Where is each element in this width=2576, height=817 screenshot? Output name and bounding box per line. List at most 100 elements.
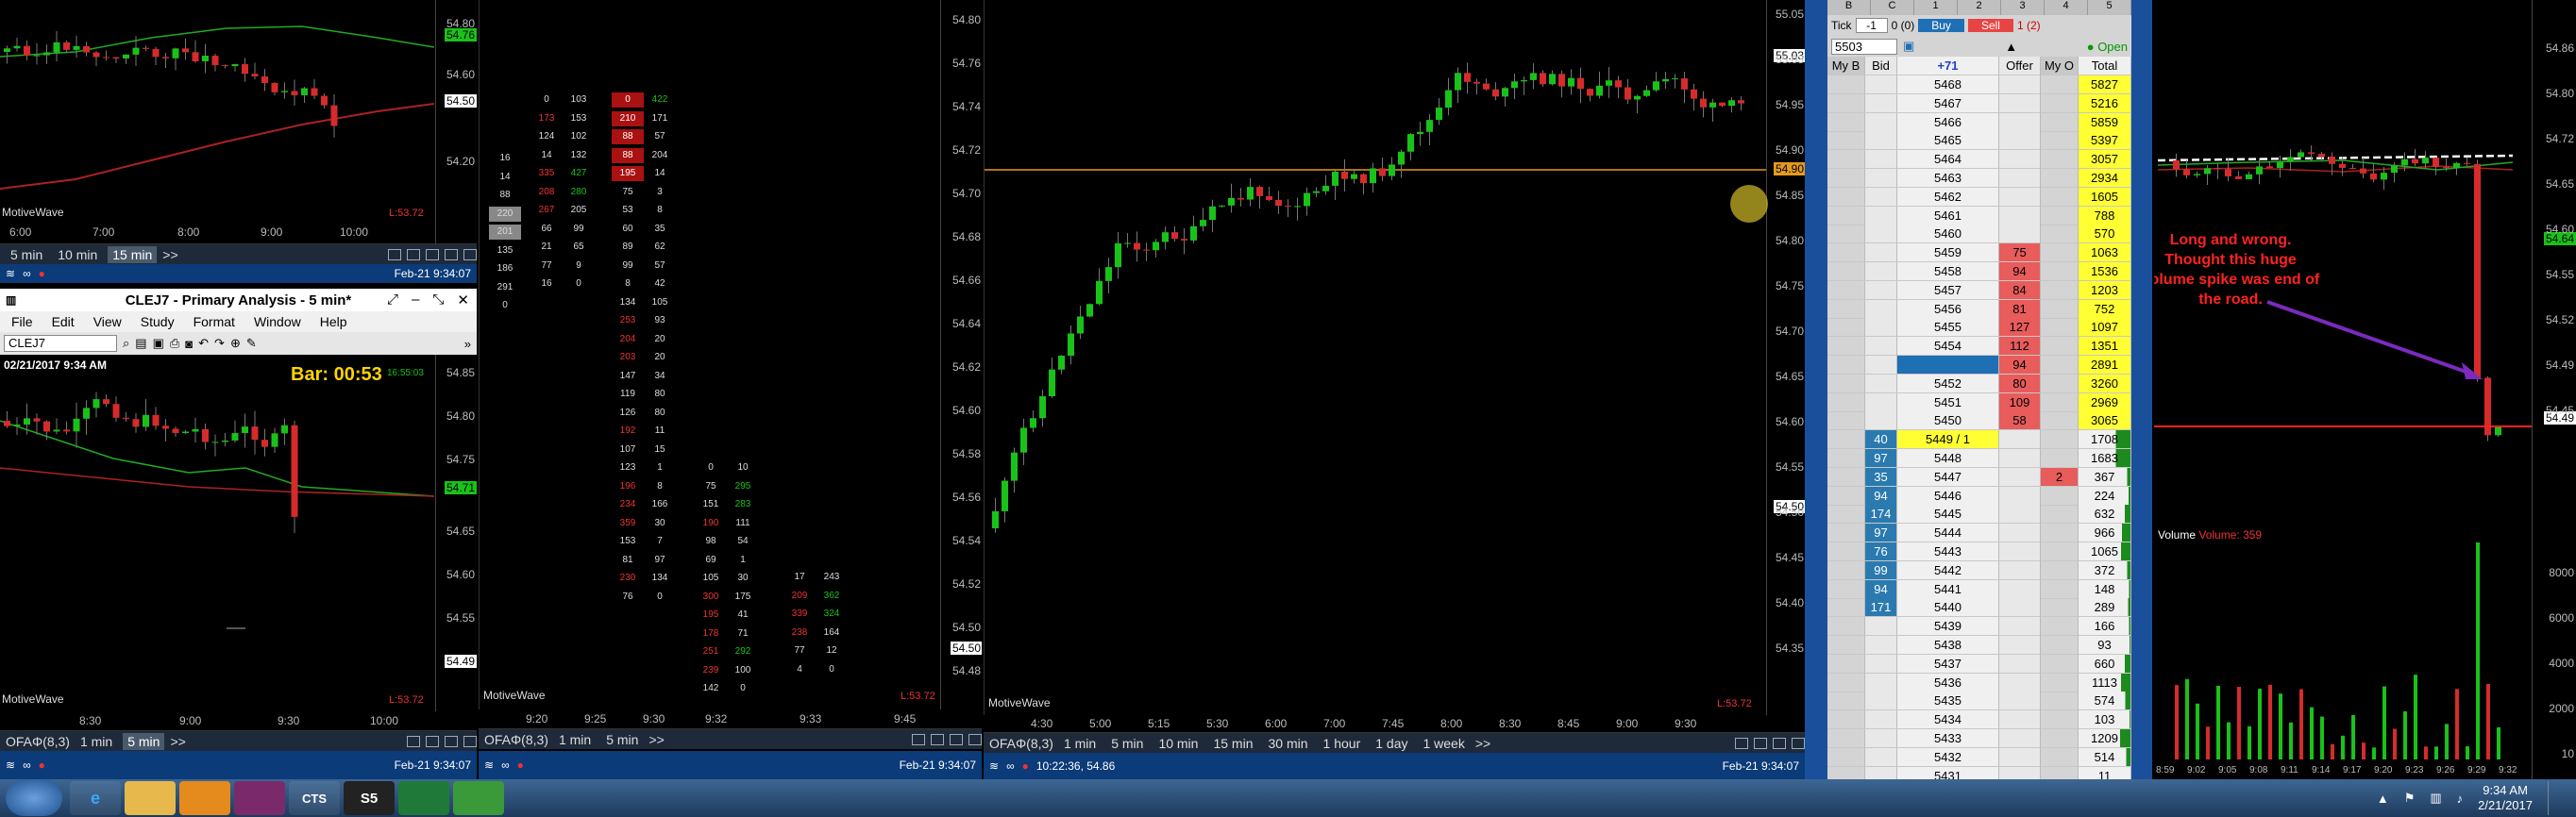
dom-cell-mb[interactable] xyxy=(1827,710,1865,730)
dom-cell-mo[interactable] xyxy=(2041,449,2079,468)
cursor-icon[interactable]: ✎ xyxy=(246,336,257,351)
dom-cell-tot[interactable]: 224 xyxy=(2079,486,2131,506)
dom-cell-mb[interactable] xyxy=(1827,280,1865,300)
ie-icon[interactable]: e xyxy=(70,781,121,815)
dom-cell-mo[interactable] xyxy=(2041,112,2079,132)
dom-row[interactable]: 5456 81 752 xyxy=(1827,299,2131,319)
dom-cell-pr[interactable]: 5445 xyxy=(1897,505,1999,525)
dom-cell-mo[interactable] xyxy=(2041,206,2079,225)
dom-cell-bid[interactable] xyxy=(1865,280,1897,300)
dom-cell-mo[interactable] xyxy=(2041,299,2079,319)
dom-cell-tot[interactable]: 514 xyxy=(2079,747,2131,767)
dom-row[interactable]: 97 5444 966 xyxy=(1827,524,2131,543)
dom-cell-mb[interactable] xyxy=(1827,150,1865,170)
dom-cell-mo[interactable] xyxy=(2041,374,2079,393)
dom-row[interactable]: 40 5449 / 1 1708 xyxy=(1827,430,2131,450)
chrome-icon[interactable] xyxy=(453,781,504,815)
dom-cell-mo[interactable] xyxy=(2041,710,2079,730)
dom-cell-mb[interactable] xyxy=(1827,449,1865,468)
dom-cell-of[interactable]: 127 xyxy=(1999,318,2041,338)
dom-cell-mb[interactable] xyxy=(1827,505,1865,525)
dom-row[interactable]: 94 5441 148 xyxy=(1827,579,2131,599)
dom-row[interactable]: 5452 80 3260 xyxy=(1827,374,2131,393)
dom-cell-of[interactable] xyxy=(1999,710,2041,730)
dom-cell-of[interactable] xyxy=(1999,673,2041,692)
tf-1hour[interactable]: 1 hour xyxy=(1319,735,1366,752)
dom-cell-mb[interactable] xyxy=(1827,112,1865,132)
dom-cell-pr[interactable]: 5464 xyxy=(1897,150,1999,170)
menu-format[interactable]: Format xyxy=(194,314,235,329)
dom-cell-pr[interactable]: 5462 xyxy=(1897,187,1999,207)
dom-cell-tot[interactable]: 1683 xyxy=(2079,449,2131,468)
dom-row[interactable]: 5437 660 xyxy=(1827,654,2131,674)
tf-15min[interactable]: 15 min xyxy=(108,245,158,263)
dom-cell-mo[interactable] xyxy=(2041,524,2079,543)
dom-cell-pr[interactable]: 5439 xyxy=(1897,617,1999,637)
dom-cell-bid[interactable] xyxy=(1865,710,1897,730)
dom-cell-of[interactable]: 80 xyxy=(1999,374,2041,393)
dom-cell-pr[interactable]: 5450 xyxy=(1897,411,1999,431)
dom-row[interactable]: 5458 94 1536 xyxy=(1827,262,2131,281)
draw-icon[interactable] xyxy=(407,248,420,260)
dom-cell-bid[interactable] xyxy=(1865,75,1897,94)
minimize-icon[interactable]: – xyxy=(412,292,419,308)
dom-cell-mo[interactable] xyxy=(2041,392,2079,412)
dom-cell-mb[interactable] xyxy=(1827,262,1865,281)
dom-cell-pr[interactable]: 5461 xyxy=(1897,206,1999,225)
dom-cell-tot[interactable]: 289 xyxy=(2079,598,2131,618)
dom-cell-bid[interactable] xyxy=(1865,673,1897,692)
tf-1min[interactable]: 1 min xyxy=(1059,735,1101,752)
dom-cell-bid[interactable] xyxy=(1865,93,1897,113)
dom-cell-pr[interactable]: 5449 / 1 xyxy=(1897,430,1999,450)
dom-cell-bid[interactable] xyxy=(1865,356,1897,375)
dom-cell-pr[interactable]: 5458 xyxy=(1897,262,1999,281)
redo-icon[interactable]: ↷ xyxy=(214,336,225,351)
dom-cell-tot[interactable]: 372 xyxy=(2079,560,2131,580)
dom-cell-mb[interactable] xyxy=(1827,187,1865,207)
dom-row[interactable]: 94 5446 224 xyxy=(1827,486,2131,506)
dom-cell-mb[interactable] xyxy=(1827,542,1865,561)
dom-cell-bid[interactable] xyxy=(1865,299,1897,319)
dom-cell-bid[interactable] xyxy=(1865,187,1897,207)
dom-cell-bid[interactable] xyxy=(1865,131,1897,151)
dom-cell-mb[interactable] xyxy=(1827,467,1865,487)
dom-cell-mb[interactable] xyxy=(1827,374,1865,393)
dom-cell-mo[interactable] xyxy=(2041,187,2079,207)
dom-cell-bid[interactable]: 94 xyxy=(1865,486,1897,506)
dom-cell-mb[interactable] xyxy=(1827,654,1865,674)
dom-cell-of[interactable] xyxy=(1999,617,2041,637)
dom-cell-mb[interactable] xyxy=(1827,225,1865,244)
dom-cell-tot[interactable]: 3065 xyxy=(2079,411,2131,431)
dom-cell-mo[interactable] xyxy=(2041,225,2079,244)
dom-cell-bid[interactable] xyxy=(1865,747,1897,767)
dom-cell-mb[interactable] xyxy=(1827,692,1865,711)
dom-cell-of[interactable]: 109 xyxy=(1999,392,2041,412)
print-icon[interactable]: ⎙ xyxy=(170,336,179,351)
dom-cell-mb[interactable] xyxy=(1827,729,1865,748)
dom-cell-tot[interactable]: 103 xyxy=(2079,710,2131,730)
dom-cell-of[interactable] xyxy=(1999,636,2041,655)
dom-cell-tot[interactable]: 1351 xyxy=(2079,337,2131,357)
crosshair-icon[interactable] xyxy=(1735,737,1748,749)
account-field[interactable]: 5503 xyxy=(1831,38,1897,55)
dom-cell-mo[interactable] xyxy=(2041,486,2079,506)
dom-cell-bid[interactable] xyxy=(1865,262,1897,281)
s5-icon[interactable]: S5 xyxy=(344,781,395,815)
dom-cell-pr[interactable]: 5448 xyxy=(1897,449,1999,468)
dom-cell-tot[interactable]: 367 xyxy=(2079,467,2131,487)
dom-cell-tot[interactable]: 93 xyxy=(2079,636,2131,655)
more-button[interactable]: >> xyxy=(1475,736,1490,751)
tf-5min[interactable]: 5 min xyxy=(123,732,165,750)
dom-cell-mb[interactable] xyxy=(1827,598,1865,618)
media-icon[interactable] xyxy=(179,781,230,815)
dom-cell-pr[interactable] xyxy=(1897,356,1999,375)
dom-cell-pr[interactable]: 5467 xyxy=(1897,93,1999,113)
more-button[interactable]: >> xyxy=(648,732,664,747)
dom-cell-of[interactable] xyxy=(1999,579,2041,599)
dom-cell-of[interactable]: 112 xyxy=(1999,337,2041,357)
search-icon[interactable]: ⌕ xyxy=(123,336,129,351)
dom-cell-bid[interactable] xyxy=(1865,318,1897,338)
eye-icon[interactable] xyxy=(463,735,477,747)
dom-cell-tot[interactable]: 2969 xyxy=(2079,392,2131,412)
dom-cell-tot[interactable]: 1065 xyxy=(2079,542,2131,561)
